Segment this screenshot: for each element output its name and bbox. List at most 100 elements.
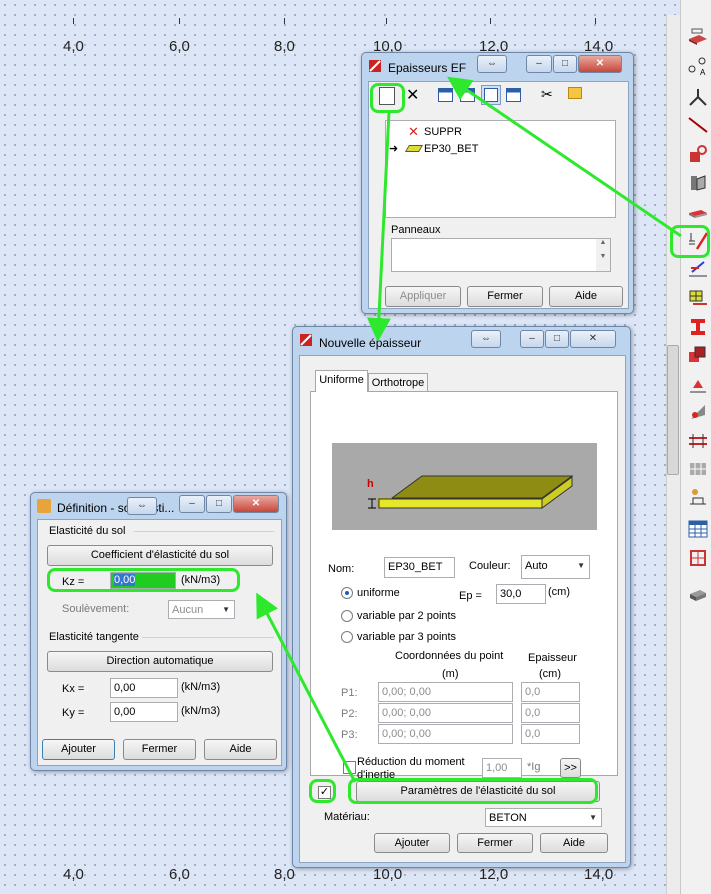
minimize-button[interactable]: – (179, 495, 205, 513)
list-item[interactable]: SUPPR (424, 126, 462, 138)
kx-input[interactable]: 0,00 (110, 678, 178, 698)
details-icon[interactable] (506, 88, 521, 102)
maximize-button[interactable]: □ (545, 330, 569, 348)
color-select[interactable]: Auto ▼ (521, 555, 590, 579)
coefficient-button[interactable]: Coefficient d'élasticité du sol (47, 545, 273, 566)
axis-label-bottom: 6,0 (169, 866, 190, 883)
panels-scrollbar[interactable]: ▲ ▼ (596, 239, 610, 271)
material-icon[interactable] (687, 344, 709, 366)
var3-radio[interactable] (341, 631, 353, 643)
cube-icon[interactable] (687, 584, 709, 606)
add-button[interactable]: Ajouter (42, 739, 115, 760)
minimize-button[interactable]: – (526, 55, 552, 73)
title-bar[interactable]: Nouvelle épaisseur ⇔ – □ ✕ (293, 327, 630, 353)
uplift-label: Soulèvement: (62, 603, 130, 615)
grid-icon[interactable] (687, 458, 709, 480)
close-button[interactable]: ✕ (578, 55, 622, 73)
ep-label: Ep = (459, 590, 482, 602)
material-select[interactable]: BETON ▼ (485, 808, 602, 827)
section-icon[interactable] (687, 316, 709, 338)
p2-label: P2: (341, 708, 358, 720)
title-bar[interactable]: Epaisseurs EF ⇔ – □ ✕ (362, 53, 633, 79)
release-icon[interactable] (687, 172, 709, 194)
svg-text:A: A (700, 68, 706, 77)
node-icon[interactable]: A (687, 55, 709, 77)
support-icon[interactable] (687, 143, 709, 165)
tab-panel: h Nom: EP30_BET Couleur: Auto ▼ uniforme … (310, 391, 618, 781)
structure-icon[interactable] (687, 486, 709, 508)
table-view-icon[interactable] (481, 85, 501, 105)
list-icon[interactable] (460, 88, 475, 102)
highlight-checkbox (309, 779, 336, 803)
material-value: BETON (489, 812, 527, 824)
axis-label-bottom: 12,0 (479, 866, 509, 883)
uplift-select[interactable]: Aucun ▼ (168, 600, 235, 619)
uniform-radio[interactable] (341, 587, 353, 599)
list-item[interactable]: EP30_BET (424, 143, 478, 155)
close-button[interactable]: Fermer (467, 286, 543, 307)
load-icon[interactable] (687, 258, 709, 280)
ep-input[interactable]: 30,0 (496, 584, 546, 604)
p2-coord-input[interactable]: 0,00; 0,00 (378, 703, 513, 723)
bar-icon[interactable] (687, 430, 709, 452)
direction-button[interactable]: Direction automatique (47, 651, 273, 672)
dock-button[interactable]: ⇔ (471, 330, 501, 348)
scrollbar-thumb[interactable] (667, 345, 679, 475)
p1-ep-input[interactable]: 0,0 (521, 682, 580, 702)
close-button[interactable]: ✕ (233, 495, 279, 513)
panel-thickness-icon[interactable] (687, 203, 709, 225)
dock-button[interactable]: ⇔ (127, 497, 157, 515)
arrow-icon: ➜ (389, 143, 399, 155)
p2-ep-input[interactable]: 0,0 (521, 703, 580, 723)
axis-label-top: 4,0 (63, 38, 84, 55)
help-button[interactable]: Aide (540, 833, 608, 853)
more-button[interactable]: >> (560, 758, 581, 778)
tab-orthotrope[interactable]: Orthotrope (368, 373, 428, 392)
close-button[interactable]: ✕ (570, 330, 616, 348)
dock-button[interactable]: ⇔ (477, 55, 507, 73)
panels-input[interactable]: ▲ ▼ (391, 238, 611, 272)
slab-icon[interactable] (687, 25, 709, 47)
hinge-icon[interactable] (687, 401, 709, 423)
offset-icon[interactable] (687, 374, 709, 396)
axis-label-bottom: 8,0 (274, 866, 295, 883)
help-button[interactable]: Aide (549, 286, 623, 307)
close-button[interactable]: Fermer (123, 739, 196, 760)
axis-tick (73, 18, 74, 24)
reduction-checkbox[interactable] (343, 761, 356, 774)
member-icon[interactable] (687, 86, 709, 108)
ky-input[interactable]: 0,00 (110, 702, 178, 722)
open-folder-icon[interactable] (568, 87, 582, 99)
p3-label: P3: (341, 729, 358, 741)
close-button[interactable]: Fermer (457, 833, 533, 853)
scissors-icon[interactable]: ✂ (541, 86, 553, 103)
story-icon[interactable] (687, 547, 709, 569)
tab-uniforme[interactable]: Uniforme (315, 370, 368, 392)
chevron-down-icon: ▼ (577, 561, 585, 570)
view-icon[interactable] (438, 88, 453, 102)
help-button[interactable]: Aide (204, 739, 277, 760)
apply-button[interactable]: Appliquer (385, 286, 461, 307)
p3-ep-input[interactable]: 0,0 (521, 724, 580, 744)
axis-label-top: 6,0 (169, 38, 190, 55)
thickness-list[interactable]: ✕ SUPPR ➜ EP30_BET (385, 120, 616, 218)
window-title: Epaisseurs EF (388, 61, 467, 75)
delete-icon[interactable]: ✕ (406, 85, 419, 105)
reduction-label: Réduction du moment (357, 756, 465, 768)
maximize-button[interactable]: □ (553, 55, 577, 73)
name-input[interactable]: EP30_BET (384, 557, 455, 578)
var2-radio[interactable] (341, 610, 353, 622)
table-icon[interactable] (687, 518, 709, 540)
line-icon[interactable] (687, 114, 709, 136)
highlight-toolbar-icon (670, 225, 710, 258)
maximize-button[interactable]: □ (206, 495, 232, 513)
add-button[interactable]: Ajouter (374, 833, 450, 853)
reduction-input[interactable]: 1,00 (482, 758, 522, 778)
minimize-button[interactable]: – (520, 330, 544, 348)
mesh-icon[interactable] (687, 287, 709, 309)
group-divider (142, 637, 274, 638)
p1-coord-input[interactable]: 0,00; 0,00 (378, 682, 513, 702)
p3-coord-input[interactable]: 0,00; 0,00 (378, 724, 513, 744)
uplift-value: Aucun (172, 604, 204, 616)
title-bar[interactable]: Définition - sol élasti... ⇔ – □ ✕ (31, 493, 286, 519)
